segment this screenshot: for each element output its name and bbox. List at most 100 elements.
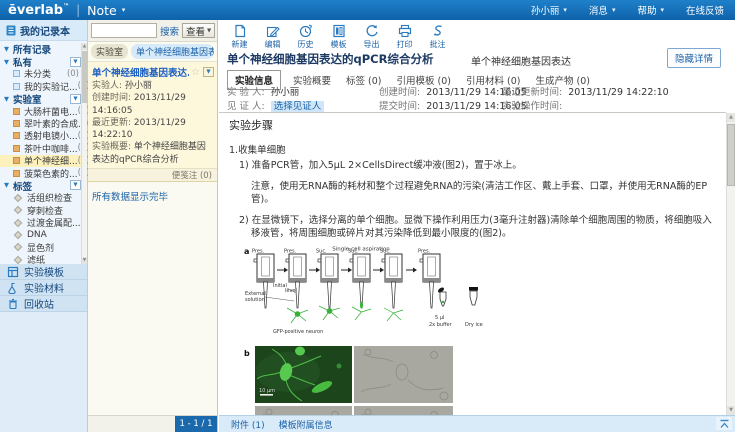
figure-a-aspiration-diagram: a Single-cell aspiration [243, 244, 718, 344]
filter-value-chip[interactable]: 单个神经细胞基因表达 [131, 44, 214, 59]
tag-icon [14, 194, 22, 202]
favorite-star-icon[interactable]: ☆ [191, 67, 200, 78]
list-item-created: 创建时间: 2013/11/29 14:16:05 [88, 92, 217, 117]
section-dropdown-button[interactable]: ▼ [70, 57, 81, 67]
detail-subtitle: 单个神经细胞基因表达 [471, 53, 571, 68]
scroll-up-icon[interactable]: ▲ [82, 43, 87, 50]
flask-icon [7, 282, 19, 294]
list-item-title-row: 单个神经细胞基因表达... ☆ ▼ [88, 65, 217, 80]
notebook-square-icon [13, 83, 20, 90]
experiment-list-item-selected[interactable]: 单个神经细胞基因表达... ☆ ▼ 实验人: 孙小丽 创建时间: 2013/11… [88, 62, 217, 182]
export-button[interactable]: 导出 [355, 22, 388, 52]
svg-text:Suc.: Suc. [380, 249, 391, 255]
sidebar-item-recycle-bin[interactable]: 回收站 [0, 296, 87, 312]
edit-pencil-icon [266, 24, 280, 38]
topbar-menus: 孙小丽▾ 消息▾ 帮助▾ 在线反馈 [520, 3, 735, 17]
edit-button[interactable]: 编辑 [256, 22, 289, 52]
sidebar-scrollbar[interactable]: ▲ ▼ [81, 43, 87, 264]
tree-all-records[interactable]: ▼ 所有记录 [0, 43, 81, 55]
sidebar: 我的记录本 ▼ 所有记录 ▼ 私有 ▼ 未分类 (0) 我的实验记... (1) [0, 20, 88, 432]
scroll-up-icon[interactable]: ▲ [727, 113, 735, 122]
select-witness-button[interactable]: 选择见证人 [271, 101, 325, 112]
tree-section-private[interactable]: ▼ 私有 ▼ [0, 55, 81, 67]
attachments-link[interactable]: 附件 (1) [231, 418, 265, 431]
list-item-title[interactable]: 单个神经细胞基因表达... [92, 65, 189, 79]
section-dropdown-button[interactable]: ▼ [70, 180, 81, 190]
svg-text:5 μl: 5 μl [435, 315, 444, 321]
template-icon [7, 266, 19, 278]
step-1-title: 1.收集单细胞 [229, 144, 718, 157]
list-item-owner: 实验人: 孙小丽 [88, 80, 217, 92]
tree-item-uncategorized[interactable]: 未分类 (0) [0, 68, 81, 80]
item-dropdown-button[interactable]: ▼ [203, 67, 214, 77]
annotate-button[interactable]: 批注 [421, 22, 454, 52]
scrollbar-thumb[interactable] [727, 124, 735, 186]
new-document-icon [233, 24, 247, 38]
tag-icon [14, 218, 22, 226]
tree-section-tags[interactable]: ▼ 标签 ▼ [0, 179, 81, 191]
tree-tag-4[interactable]: 显色剂 [0, 241, 81, 253]
tree-item-lab-2[interactable]: 透射电镜小... (0) [0, 130, 81, 142]
help-menu[interactable]: 帮助▾ [626, 3, 675, 17]
tree-tag-1[interactable]: 穿刺检查 [0, 204, 81, 216]
filter-scope-chip[interactable]: 实验室 [91, 44, 128, 59]
template-info-link[interactable]: 模板附属信息 [279, 418, 333, 431]
hide-details-button[interactable]: 隐藏详情 [667, 48, 721, 68]
messages-menu[interactable]: 消息▾ [578, 3, 627, 17]
sticky-notes-link[interactable]: 便笺注 (0) [88, 168, 217, 181]
pagination-indicator[interactable]: 1 - 1 / 1 [175, 416, 217, 432]
notebook-square-icon [13, 108, 20, 115]
list-item-summary: 实验概要: 单个神经细胞基因表达的qPCR综合分析 [88, 141, 217, 166]
svg-text:b: b [244, 349, 250, 358]
collapse-to-top-button[interactable] [716, 417, 732, 430]
tree-tag-3[interactable]: DNA [0, 229, 81, 241]
print-button[interactable]: 打印 [388, 22, 421, 52]
svg-text:Suc.: Suc. [316, 249, 327, 255]
view-dropdown-button[interactable]: 查看 ▼ [182, 23, 215, 38]
user-menu[interactable]: 孙小丽▾ [520, 3, 578, 17]
sidebar-footer: 实验模板 实验材料 回收站 [0, 264, 87, 432]
gfp-fluorescence-panel: 10 μm [255, 346, 352, 403]
sidebar-item-templates[interactable]: 实验模板 [0, 264, 87, 280]
template-button[interactable]: 模板 [322, 22, 355, 52]
svg-text:Pres.: Pres. [252, 249, 265, 255]
search-button[interactable]: 搜索 [160, 24, 179, 38]
tree-item-lab-5[interactable]: 菠菜色素的... (1) [0, 167, 81, 179]
feedback-link[interactable]: 在线反馈 [675, 3, 735, 17]
pipette-unit [318, 254, 338, 308]
scroll-down-icon[interactable]: ▼ [727, 406, 735, 415]
notebook-square-icon [13, 170, 20, 177]
tree-item-lab-4-selected[interactable]: 单个神经细... (1) [0, 155, 81, 167]
triangle-expanded-icon: ▼ [4, 58, 9, 66]
tree-tag-0[interactable]: 活组织检查 [0, 192, 81, 204]
svg-text:GFP-positive neuron: GFP-positive neuron [273, 329, 323, 335]
dry-ice-tube [469, 287, 478, 305]
svg-text:10 μm: 10 μm [259, 388, 275, 394]
tree-item-lab-3[interactable]: 茶叶中咖啡... (2) [0, 142, 81, 154]
notebooks-header[interactable]: 我的记录本 [0, 20, 87, 41]
tree-section-lab[interactable]: ▼ 实验室 ▼ [0, 93, 81, 105]
list-item-updated: 最近更新: 2013/11/29 14:22:10 [88, 117, 217, 142]
trash-icon [7, 298, 19, 310]
tree-item-my-experiments[interactable]: 我的实验记... (1) [0, 80, 81, 92]
sidebar-item-materials[interactable]: 实验材料 [0, 280, 87, 296]
search-input[interactable] [91, 23, 157, 38]
product-caret-down-icon[interactable]: ▾ [122, 6, 126, 14]
svg-text:Suc.: Suc. [348, 249, 359, 255]
tree-item-lab-1[interactable]: 翠叶素的合成... (7) [0, 117, 81, 129]
printer-icon [398, 24, 412, 38]
history-button[interactable]: 历史 [289, 22, 322, 52]
tree-tag-2[interactable]: 过渡金属配... [0, 216, 81, 228]
scrollbar-thumb[interactable] [82, 51, 87, 103]
content-scrollbar[interactable]: ▲ ▼ [726, 113, 735, 415]
section-dropdown-button[interactable]: ▼ [70, 94, 81, 104]
new-button[interactable]: 新建 [223, 22, 256, 52]
step-1-2-text: 2) 在显微镜下，选择分离的单个细胞。显微下操作利用压力(3毫升注射器)清除单个… [239, 214, 718, 240]
dic-pipette-panel [255, 406, 352, 415]
caret-down-icon: ▾ [660, 6, 664, 14]
list-footer: 1 - 1 / 1 [88, 415, 217, 432]
tree-item-lab-0[interactable]: 大肠杆菌电... (5) [0, 105, 81, 117]
scroll-down-icon[interactable]: ▼ [82, 257, 87, 264]
app-window: ēverlab™ | Note ▾ 孙小丽▾ 消息▾ 帮助▾ 在线反馈 我的记录… [0, 0, 735, 432]
svg-text:2x buffer: 2x buffer [429, 322, 453, 328]
